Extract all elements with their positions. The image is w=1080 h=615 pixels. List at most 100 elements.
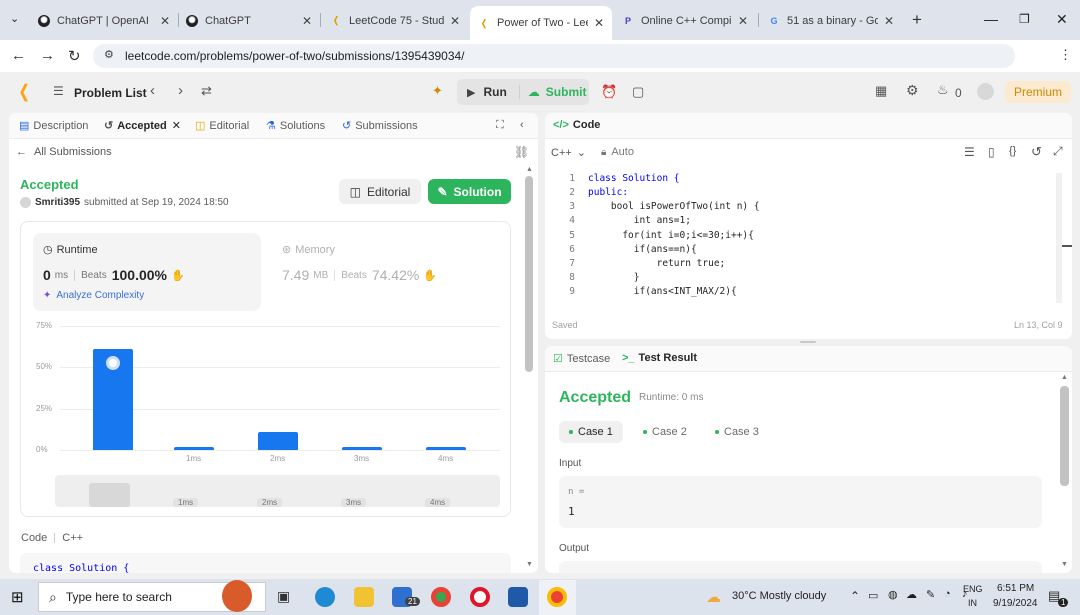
left-panel-scrollbar[interactable] (525, 176, 533, 372)
settings-gear-icon[interactable]: ⚙ (906, 82, 919, 99)
case-1-tab[interactable]: Case 1 (559, 421, 623, 443)
bookmark-icon[interactable]: ▯ (988, 145, 995, 159)
all-submissions-link[interactable]: ← All Submissions (16, 146, 112, 158)
side-resize-handle[interactable] (1062, 245, 1072, 247)
tab-test-result[interactable]: >_ Test Result (622, 352, 697, 364)
editorial-button[interactable]: ◫ Editorial (339, 179, 421, 204)
file-explorer-icon[interactable] (354, 587, 374, 607)
tab-accepted[interactable]: ↺ Accepted ✕ (104, 119, 181, 133)
input-language-bottom[interactable]: IN (968, 598, 977, 608)
tab-search-chevron-icon[interactable]: ⌄ (10, 12, 19, 25)
close-icon[interactable]: ✕ (450, 14, 460, 28)
webcam-icon[interactable]: ◍ (888, 588, 898, 601)
tab-submissions[interactable]: ↺ Submissions (342, 119, 418, 133)
format-icon[interactable]: ☰ (964, 145, 975, 159)
undo-icon[interactable]: ↺ (1031, 144, 1042, 160)
leetcode-logo[interactable]: ❬ (17, 82, 31, 102)
problem-list-link[interactable]: Problem List (74, 86, 147, 100)
result-scrollbar[interactable] (1060, 386, 1069, 486)
cloud-sync-icon[interactable]: ☁ (906, 588, 917, 601)
range-handle[interactable] (89, 483, 130, 507)
forward-arrow-icon[interactable]: → (40, 47, 55, 64)
weather-icon[interactable]: ☁ (706, 588, 721, 606)
analyze-complexity-link[interactable]: ✦ Analyze Complexity (43, 290, 144, 301)
close-icon[interactable]: ✕ (884, 14, 894, 28)
close-icon[interactable]: ✕ (302, 14, 312, 28)
runtime-card[interactable]: ◷ Runtime 0 ms Beats 100.00% ✋ ✦ Analyze… (33, 233, 261, 311)
browser-tab-online-cpp-compiler[interactable]: P Online C++ Compiler ✕ (614, 7, 756, 34)
chart-bar-3ms[interactable] (342, 446, 382, 450)
expand-icon[interactable]: ⤢ (1053, 144, 1063, 159)
minimize-icon[interactable]: — (984, 11, 998, 27)
new-tab-plus-icon[interactable]: + (912, 10, 922, 30)
shuffle-icon[interactable]: ⇄ (201, 83, 212, 99)
windows-start-icon[interactable]: ⊞ (11, 588, 24, 606)
close-icon[interactable]: ✕ (594, 16, 604, 30)
cortana-mascot-icon[interactable] (222, 580, 252, 612)
chart-bar-4ms[interactable] (426, 446, 466, 450)
streak-fire-icon[interactable]: ♨ (937, 82, 949, 98)
user-avatar-icon[interactable] (977, 83, 994, 100)
store-icon[interactable] (508, 587, 528, 607)
edge-browser-icon[interactable] (315, 587, 335, 607)
weather-text[interactable]: 30°C Mostly cloudy (732, 590, 826, 602)
solution-button[interactable]: ✎ Solution (428, 179, 511, 204)
chart-range-selector[interactable]: 1ms 2ms 3ms 4ms (55, 475, 500, 507)
browser-menu-icon[interactable]: ⋮ (1059, 47, 1072, 63)
code-editor[interactable]: 1 2 3 4 5 6 7 8 9 class Solution { publi… (545, 168, 1050, 304)
prev-problem-icon[interactable]: ‹ (150, 82, 155, 99)
browser-tab-google-search[interactable]: G 51 as a binary - Goog ✕ (760, 7, 902, 34)
tab-testcase[interactable]: ☑ Testcase (553, 352, 610, 366)
panel-resize-handle[interactable] (800, 341, 816, 343)
submission-username[interactable]: Smriti395 (35, 197, 80, 208)
pen-icon[interactable]: ✎ (926, 588, 935, 601)
scroll-down-icon[interactable]: ▼ (526, 561, 533, 568)
memory-card[interactable]: ⊛ Memory 7.49 MB Beats 74.42% ✋ (272, 233, 500, 311)
browser-tab-power-of-two[interactable]: ❬ Power of Two - LeetC ✕ (470, 6, 612, 40)
clock-time[interactable]: 6:51 PM (997, 583, 1034, 594)
layout-icon[interactable]: ▦ (875, 83, 887, 99)
battery-icon[interactable]: ▭ (868, 589, 878, 602)
next-problem-icon[interactable]: › (178, 82, 183, 99)
back-arrow-icon[interactable]: ← (11, 47, 26, 64)
share-link-icon[interactable]: ⛓ (514, 145, 529, 159)
case-3-tab[interactable]: Case 3 (705, 421, 769, 443)
collapse-chevron-icon[interactable]: ‹ (520, 119, 524, 131)
window-close-icon[interactable]: ✕ (1056, 11, 1068, 28)
opera-icon[interactable] (470, 587, 490, 607)
chart-bar-2ms[interactable] (258, 431, 298, 450)
task-view-icon[interactable]: ▣ (277, 588, 290, 605)
wifi-icon[interactable]: ◔ (944, 588, 951, 600)
browser-tab-chatgpt[interactable]: ✺ ChatGPT ✕ (178, 7, 320, 34)
chart-bar-1ms[interactable] (174, 446, 214, 450)
maximize-icon[interactable]: ⛶ (496, 119, 504, 132)
close-icon[interactable]: ✕ (738, 14, 748, 28)
close-icon[interactable]: ✕ (160, 14, 170, 28)
browser-tab-leetcode-75[interactable]: ❬ LeetCode 75 - Study P ✕ (322, 7, 468, 34)
restore-icon[interactable]: ❐ (1019, 12, 1030, 26)
url-omnibox[interactable]: ⚙ leetcode.com/problems/power-of-two/sub… (93, 44, 1015, 68)
site-info-icon[interactable]: ⚙ (104, 48, 114, 61)
reload-icon[interactable]: ↻ (68, 47, 81, 65)
code-tab[interactable]: </> Code (553, 119, 600, 131)
language-select[interactable]: C++ ⌄ (551, 146, 586, 160)
scroll-up-icon[interactable]: ▲ (526, 166, 533, 173)
scroll-down-icon[interactable]: ▼ (1061, 561, 1068, 568)
tab-editorial[interactable]: ◫ Editorial (195, 119, 249, 133)
chrome-profile-icon[interactable] (547, 587, 567, 607)
run-button[interactable]: Run (483, 85, 506, 99)
case-2-tab[interactable]: Case 2 (633, 421, 697, 443)
scroll-up-icon[interactable]: ▲ (1061, 374, 1068, 381)
close-tab-icon[interactable]: ✕ (172, 119, 181, 132)
premium-button[interactable]: Premium (1005, 81, 1071, 103)
chrome-icon[interactable] (431, 587, 451, 607)
notes-icon[interactable]: ▢ (632, 84, 644, 100)
submit-button[interactable]: Submit (546, 85, 587, 99)
auto-mode-toggle[interactable]: 🔒︎ Auto (601, 146, 634, 158)
braces-icon[interactable]: {} (1009, 145, 1016, 157)
code-scrollbar[interactable] (1056, 173, 1062, 303)
tab-solutions[interactable]: ⚗ Solutions (266, 119, 325, 133)
input-language-top[interactable]: ENG (963, 584, 983, 594)
chart-bar-0ms[interactable] (93, 349, 133, 450)
clock-date[interactable]: 9/19/2024 (993, 598, 1038, 609)
